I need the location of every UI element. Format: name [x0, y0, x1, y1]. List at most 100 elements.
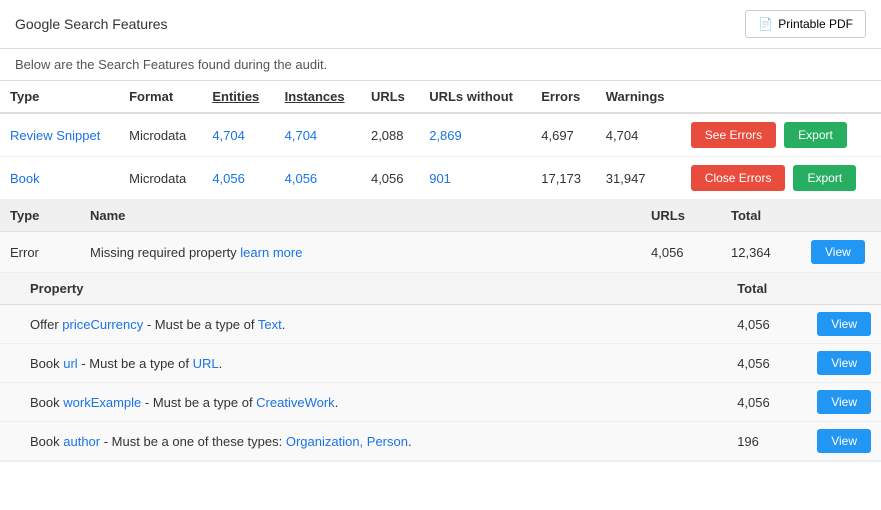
export-button-1[interactable]: Export: [784, 122, 847, 148]
prop-end-3: .: [335, 395, 339, 410]
entities-link[interactable]: 4,704: [212, 128, 245, 143]
page-title: Google Search Features: [15, 16, 168, 32]
prop-type-link-4[interactable]: Organization, Person: [286, 434, 408, 449]
entities-cell: 4,056: [202, 157, 274, 200]
property-name-cell-4: Book author - Must be a one of these typ…: [0, 422, 707, 461]
prop-prefix-1: Offer: [30, 317, 62, 332]
expanded-row: Type Name URLs Total Error Missing requi…: [0, 200, 881, 462]
subtitle-bar: Below are the Search Features found duri…: [0, 49, 881, 81]
prop-end-2: .: [219, 356, 223, 371]
actions-cell: See Errors Export: [681, 113, 881, 157]
property-name-cell-1: Offer priceCurrency - Must be a type of …: [0, 305, 707, 344]
prop-type-link-3[interactable]: CreativeWork: [256, 395, 335, 410]
prop-end-1: .: [282, 317, 286, 332]
close-errors-button[interactable]: Close Errors: [691, 165, 786, 191]
property-sub-table: Property Total Offer priceCurrency - Mus…: [0, 273, 881, 461]
col-instances: Instances: [275, 81, 361, 113]
col-urls: URLs: [361, 81, 419, 113]
col-actions: [681, 81, 881, 113]
document-icon: 📄: [758, 17, 773, 31]
entities-cell: 4,704: [202, 113, 274, 157]
prop-prefix-2: Book: [30, 356, 63, 371]
urls-without-cell: 901: [419, 157, 531, 200]
table-row: Review Snippet Microdata 4,704 4,704 2,0…: [0, 113, 881, 157]
sub-col-total: Total: [721, 200, 801, 232]
instances-cell: 4,704: [275, 113, 361, 157]
prop-suffix-2: - Must be a type of: [78, 356, 193, 371]
errors-cell: 4,697: [531, 113, 596, 157]
prop-suffix-3: - Must be a type of: [141, 395, 256, 410]
sub-col-type: Type: [0, 200, 80, 232]
prop-col-action: [787, 273, 881, 305]
property-action-3: View: [787, 383, 881, 422]
col-urls-without: URLs without: [419, 81, 531, 113]
sub-action-cell: View: [801, 232, 881, 273]
property-row: Offer priceCurrency - Must be a type of …: [0, 305, 881, 344]
col-type: Type: [0, 81, 119, 113]
expanded-cell: Type Name URLs Total Error Missing requi…: [0, 200, 881, 462]
property-total-4: 196: [707, 422, 787, 461]
property-row: Book workExample - Must be a type of Cre…: [0, 383, 881, 422]
prop-type-link-1[interactable]: Text: [258, 317, 282, 332]
prop-prefix-3: Book: [30, 395, 63, 410]
instances-link[interactable]: 4,704: [285, 128, 318, 143]
sub-col-name: Name: [80, 200, 641, 232]
warnings-cell: 4,704: [596, 113, 681, 157]
property-name-cell-2: Book url - Must be a type of URL.: [0, 344, 707, 383]
printable-pdf-button[interactable]: 📄 Printable PDF: [745, 10, 866, 38]
export-button-2[interactable]: Export: [793, 165, 856, 191]
instances-link[interactable]: 4,056: [285, 171, 318, 186]
sub-col-urls: URLs: [641, 200, 721, 232]
sub-name-prefix: Missing required property: [90, 245, 240, 260]
col-warnings: Warnings: [596, 81, 681, 113]
view-button-prop-4[interactable]: View: [817, 429, 871, 453]
errors-sub-table: Type Name URLs Total Error Missing requi…: [0, 200, 881, 273]
prop-link-1[interactable]: priceCurrency: [62, 317, 143, 332]
sub-table-row: Error Missing required property learn mo…: [0, 232, 881, 273]
urls-without-link[interactable]: 901: [429, 171, 451, 186]
warnings-cell: 31,947: [596, 157, 681, 200]
type-cell: Review Snippet: [0, 113, 119, 157]
sub-urls-cell: 4,056: [641, 232, 721, 273]
sub-name-cell: Missing required property learn more: [80, 232, 641, 273]
property-total-1: 4,056: [707, 305, 787, 344]
sub-type-cell: Error: [0, 232, 80, 273]
main-table: Type Format Entities Instances URLs URLs…: [0, 81, 881, 462]
urls-cell: 2,088: [361, 113, 419, 157]
view-button-prop-1[interactable]: View: [817, 312, 871, 336]
prop-link-2[interactable]: url: [63, 356, 77, 371]
urls-without-link[interactable]: 2,869: [429, 128, 462, 143]
property-total-2: 4,056: [707, 344, 787, 383]
errors-cell: 17,173: [531, 157, 596, 200]
prop-col-total: Total: [707, 273, 787, 305]
prop-col-property: Property: [0, 273, 707, 305]
prop-prefix-4: Book: [30, 434, 63, 449]
prop-link-4[interactable]: author: [63, 434, 100, 449]
instances-cell: 4,056: [275, 157, 361, 200]
table-row: Book Microdata 4,056 4,056 4,056 901 17,…: [0, 157, 881, 200]
prop-suffix-4: - Must be a one of these types:: [100, 434, 286, 449]
property-total-3: 4,056: [707, 383, 787, 422]
header: Google Search Features 📄 Printable PDF: [0, 0, 881, 49]
urls-cell: 4,056: [361, 157, 419, 200]
prop-link-3[interactable]: workExample: [63, 395, 141, 410]
property-action-4: View: [787, 422, 881, 461]
prop-end-4: .: [408, 434, 412, 449]
prop-suffix-1: - Must be a type of: [143, 317, 258, 332]
type-link[interactable]: Book: [10, 171, 40, 186]
entities-link[interactable]: 4,056: [212, 171, 245, 186]
col-entities: Entities: [202, 81, 274, 113]
view-button-prop-2[interactable]: View: [817, 351, 871, 375]
sub-total-cell: 12,364: [721, 232, 801, 273]
view-button-error[interactable]: View: [811, 240, 865, 264]
prop-type-link-2[interactable]: URL: [193, 356, 219, 371]
see-errors-button[interactable]: See Errors: [691, 122, 776, 148]
col-errors: Errors: [531, 81, 596, 113]
property-action-2: View: [787, 344, 881, 383]
view-button-prop-3[interactable]: View: [817, 390, 871, 414]
learn-more-link[interactable]: learn more: [240, 245, 302, 260]
type-cell: Book: [0, 157, 119, 200]
type-link[interactable]: Review Snippet: [10, 128, 100, 143]
sub-col-action: [801, 200, 881, 232]
col-format: Format: [119, 81, 202, 113]
